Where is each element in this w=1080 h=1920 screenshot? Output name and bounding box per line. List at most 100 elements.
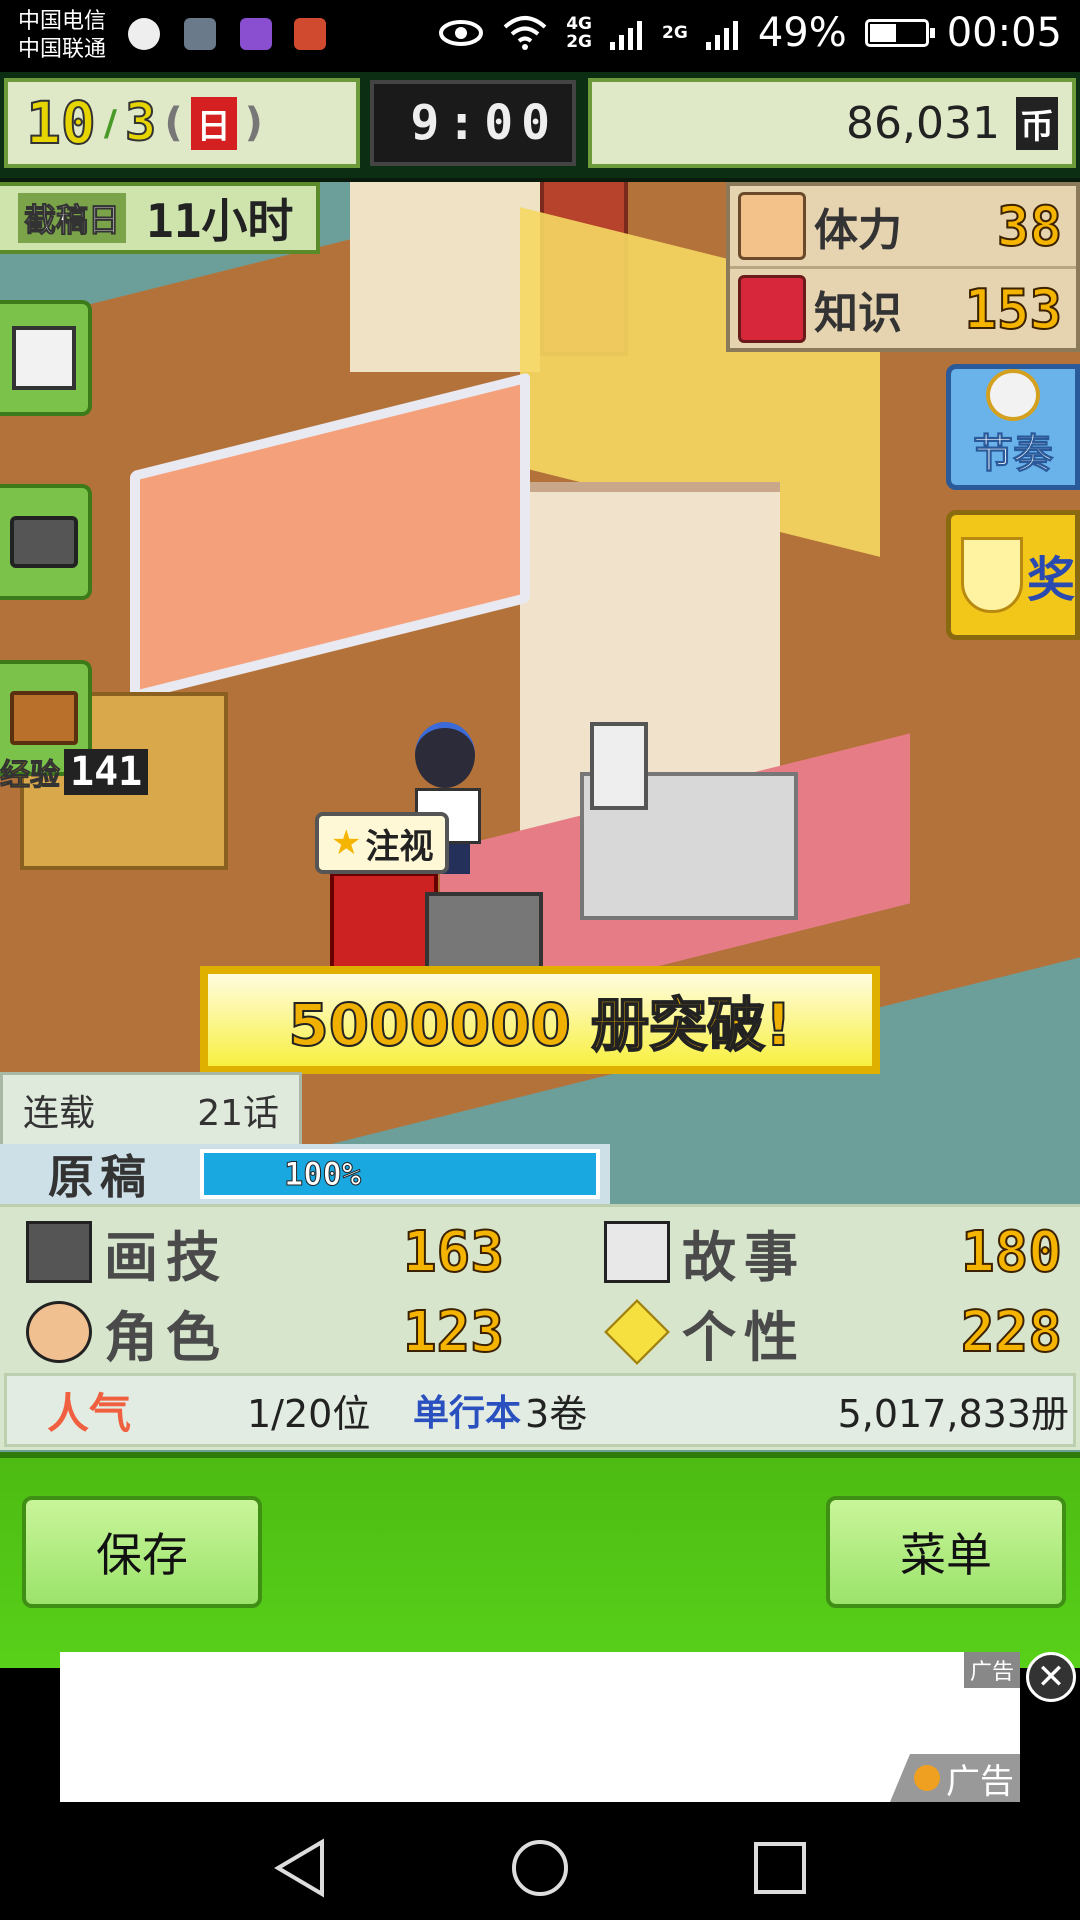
ad-logo-icon: [914, 1765, 940, 1791]
trophy-pedestal: [330, 872, 438, 980]
clock: 00:05: [946, 10, 1062, 56]
serial-value: 21话: [197, 1093, 279, 1134]
milestone-text: 5000000 册突破!: [287, 990, 792, 1060]
keyboard-notification-icon: [240, 18, 272, 50]
ad-banner[interactable]: 广告 广告: [60, 1652, 1020, 1802]
award-label: 奖: [1026, 552, 1075, 608]
serial-label: 连载: [23, 1093, 96, 1134]
knowledge-row: 知识 153: [730, 269, 1076, 349]
status-right: 4G 2G 2G 49% 00:05: [438, 10, 1062, 56]
sparkle-icon: [604, 1299, 670, 1365]
manuscript-progress-bar: 100%: [200, 1149, 600, 1199]
manuscript-progress-fill: [204, 1153, 596, 1195]
room-wall: [350, 152, 540, 372]
manuscript-label: 原稿: [48, 1150, 152, 1204]
popularity-rank: 1/20位: [247, 1391, 371, 1436]
status-bar: 中国电信 中国联通 4G 2G 2G 49% 00:05: [0, 0, 1080, 72]
recent-nav-icon[interactable]: [752, 1840, 808, 1896]
character-label: 角色: [104, 1305, 228, 1369]
knowledge-label: 知识: [814, 288, 902, 339]
manga-stats-panel: 画技 163 故事 180 角色 123 个性 228 人气 1/20位 单行本…: [0, 1204, 1080, 1450]
star-icon: ★: [331, 823, 362, 863]
app2-notification-icon: [294, 18, 326, 50]
chair: [590, 722, 648, 810]
money-icon: 币: [1016, 96, 1058, 150]
top-bar: 10 / 3 ( 日 ) 9:00 86,031 币: [0, 72, 1080, 182]
character-face-icon: [26, 1301, 92, 1363]
carrier-block: 中国电信 中国联通: [18, 8, 106, 64]
popularity-label: 人气: [47, 1388, 132, 1438]
ad-tag: 广告: [963, 1652, 1020, 1688]
eye-icon: [439, 20, 484, 46]
popularity-row: 人气 1/20位 单行本 3卷 5,017,833册: [4, 1373, 1076, 1447]
clock-value: 9:00: [410, 95, 558, 151]
carrier-1: 中国电信: [18, 9, 107, 34]
edit-button[interactable]: [0, 300, 92, 416]
stats-row-2: 角色 123 个性 228: [0, 1295, 1080, 1369]
menu-button[interactable]: 菜单: [826, 1496, 1066, 1608]
pencil-paper-icon: [12, 326, 76, 390]
story-book-icon: [604, 1221, 670, 1283]
ad-badge: 广告: [890, 1754, 1020, 1802]
save-button[interactable]: 保存: [22, 1496, 262, 1608]
day-bracket-close: ): [244, 100, 263, 146]
day-value: 日: [190, 96, 237, 150]
copies-sold: 5,017,833册: [837, 1391, 1069, 1436]
money-panel: 86,031 币: [588, 78, 1076, 168]
wifi-icon: [503, 16, 547, 50]
stamina-value: 38: [996, 194, 1063, 259]
story-value: 180: [960, 1219, 1063, 1286]
carrier-2: 中国联通: [18, 37, 107, 62]
character-value: 123: [402, 1299, 505, 1366]
app-notification-icon: [128, 18, 160, 50]
navigation-bar: [0, 1802, 1080, 1920]
stamina-label: 体力: [814, 205, 902, 256]
drawing-icon: [26, 1221, 92, 1283]
back-nav-icon[interactable]: [272, 1838, 328, 1898]
stamina-row: 体力 38: [730, 186, 1076, 269]
camera-button[interactable]: [0, 484, 92, 600]
day-bracket: (: [164, 100, 183, 146]
network-type-2: 2G: [662, 23, 688, 43]
award-button[interactable]: 奖: [946, 510, 1080, 640]
rhythm-label: 节奏: [973, 431, 1054, 478]
serial-panel: 连载 21话: [0, 1072, 302, 1148]
personality-value: 228: [960, 1299, 1063, 1366]
player-stats-panel: 体力 38 知识 153: [726, 182, 1080, 352]
close-ad-icon[interactable]: ✕: [1026, 1652, 1076, 1702]
gallery-notification-icon: [184, 18, 216, 50]
battery-icon: [864, 19, 935, 47]
briefcase-icon: [10, 691, 78, 745]
month-value: 10: [25, 88, 97, 158]
experience-badge: 经验 141: [0, 748, 149, 796]
deadline-value: 11小时: [146, 194, 294, 248]
volumes-value: 3卷: [525, 1391, 588, 1436]
experience-label: 经验: [0, 758, 61, 794]
network-type-1: 4G 2G: [566, 14, 593, 52]
clock-panel: 9:00: [370, 80, 576, 166]
battery-percent: 49%: [757, 10, 847, 56]
watch-tag: ★ 注视: [315, 812, 450, 874]
experience-value: 141: [64, 749, 149, 795]
signal-icon: [610, 21, 643, 50]
money-value: 86,031: [846, 97, 1000, 149]
home-nav-icon[interactable]: [510, 1838, 570, 1898]
week-value: 3: [124, 92, 157, 154]
alarm-clock-icon: [986, 369, 1040, 421]
camera-icon: [10, 516, 78, 568]
stats-row-1: 画技 163 故事 180: [0, 1215, 1080, 1289]
milestone-banner: 5000000 册突破!: [200, 966, 880, 1074]
manuscript-progress-text: 100%: [283, 1155, 362, 1194]
bottom-bar: 保存 菜单: [0, 1452, 1080, 1668]
book-icon: [738, 275, 806, 343]
deadline-panel: 截稿日 11小时: [0, 182, 320, 254]
deadline-label: 截稿日: [18, 193, 127, 243]
signal-icon-2: [705, 21, 738, 50]
volumes-label: 单行本: [413, 1393, 522, 1434]
knowledge-value: 153: [963, 277, 1063, 342]
drawing-label: 画技: [104, 1225, 228, 1289]
muscle-icon: [738, 192, 806, 260]
drawing-value: 163: [402, 1219, 505, 1286]
story-label: 故事: [682, 1225, 806, 1289]
rhythm-button[interactable]: 节奏: [946, 364, 1080, 490]
